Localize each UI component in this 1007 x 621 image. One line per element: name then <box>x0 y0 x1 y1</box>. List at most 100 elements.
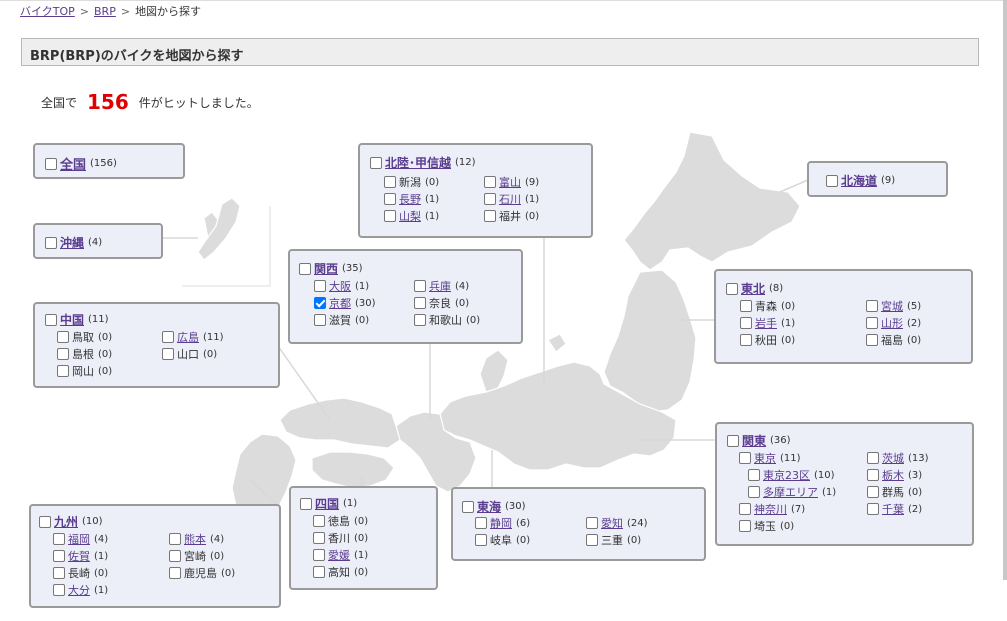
prefecture-link[interactable]: 山形 <box>881 315 903 331</box>
checkbox[interactable] <box>53 567 65 579</box>
prefecture-label: 岡山 <box>72 365 94 378</box>
prefecture-link[interactable]: 岩手 <box>755 315 777 331</box>
checkbox[interactable] <box>740 317 752 329</box>
prefecture-count: (0) <box>627 534 642 546</box>
region-link-hokkaido[interactable]: 北海道 <box>841 172 877 189</box>
checkbox[interactable] <box>169 550 181 562</box>
prefecture-count: (0) <box>221 567 236 579</box>
prefecture-link[interactable]: 山梨 <box>399 208 421 224</box>
checkbox[interactable] <box>45 157 57 170</box>
checkbox[interactable] <box>586 534 598 546</box>
region-header-all: 全国 (156) <box>45 154 117 173</box>
checkbox[interactable] <box>57 348 69 360</box>
prefecture-link[interactable]: 大分 <box>68 582 90 598</box>
region-link-tokai[interactable]: 東海 <box>477 498 501 515</box>
prefecture-link[interactable]: 千葉 <box>882 501 904 517</box>
checkbox[interactable] <box>53 584 65 596</box>
checkbox[interactable] <box>57 331 69 343</box>
checkbox[interactable] <box>748 469 760 481</box>
checkbox[interactable] <box>867 486 879 498</box>
region-link-okinawa[interactable]: 沖縄 <box>60 234 84 251</box>
prefecture-link[interactable]: 佐賀 <box>68 548 90 564</box>
prefecture-count: (1) <box>781 317 796 329</box>
prefecture-link[interactable]: 静岡 <box>490 515 512 531</box>
checkbox[interactable] <box>748 486 760 498</box>
checkbox[interactable] <box>314 314 326 326</box>
checkbox[interactable] <box>313 566 325 578</box>
prefecture-link[interactable]: 多摩エリア <box>763 484 818 500</box>
checkbox[interactable] <box>162 348 174 360</box>
checkbox[interactable] <box>826 174 838 187</box>
checkbox[interactable] <box>39 515 51 528</box>
region-link-kansai[interactable]: 関西 <box>314 260 338 277</box>
checkbox[interactable] <box>866 300 878 312</box>
prefecture-link[interactable]: 東京 <box>754 450 776 466</box>
prefecture-link[interactable]: 愛媛 <box>328 547 350 563</box>
checkbox[interactable] <box>384 210 396 222</box>
prefecture-link[interactable]: 神奈川 <box>754 501 787 517</box>
checkbox[interactable] <box>414 280 426 292</box>
checkbox[interactable] <box>314 280 326 292</box>
prefecture-link[interactable]: 大阪 <box>329 278 351 294</box>
checkbox[interactable] <box>57 365 69 377</box>
prefecture-item: 奈良 (0) <box>414 295 469 311</box>
checkbox[interactable] <box>384 193 396 205</box>
region-link-hokuriku[interactable]: 北陸･甲信越 <box>385 154 451 171</box>
region-link-kyushu[interactable]: 九州 <box>54 513 78 530</box>
checkbox[interactable] <box>299 262 311 275</box>
prefecture-link[interactable]: 栃木 <box>882 467 904 483</box>
checkbox[interactable] <box>866 317 878 329</box>
prefecture-link[interactable]: 兵庫 <box>429 278 451 294</box>
checkbox[interactable] <box>45 313 57 326</box>
region-link-chugoku[interactable]: 中国 <box>60 311 84 328</box>
prefecture-link[interactable]: 愛知 <box>601 515 623 531</box>
checkbox[interactable] <box>162 331 174 343</box>
checkbox[interactable] <box>169 567 181 579</box>
checkbox[interactable] <box>370 156 382 169</box>
checkbox[interactable] <box>866 334 878 346</box>
checkbox[interactable] <box>740 334 752 346</box>
checkbox[interactable] <box>475 517 487 529</box>
checkbox[interactable] <box>53 533 65 545</box>
checkbox[interactable] <box>53 550 65 562</box>
region-link-all[interactable]: 全国 <box>60 154 86 173</box>
prefecture-link[interactable]: 京都 <box>329 295 351 311</box>
checkbox[interactable] <box>313 515 325 527</box>
checkbox[interactable] <box>867 452 879 464</box>
prefecture-link[interactable]: 石川 <box>499 191 521 207</box>
prefecture-link[interactable]: 長野 <box>399 191 421 207</box>
region-link-shikoku[interactable]: 四国 <box>315 495 339 512</box>
prefecture-link[interactable]: 宮城 <box>881 298 903 314</box>
checkbox[interactable] <box>726 282 738 295</box>
prefecture-link[interactable]: 富山 <box>499 174 521 190</box>
prefecture-link[interactable]: 福岡 <box>68 531 90 547</box>
checkbox[interactable] <box>727 434 739 447</box>
region-link-kanto[interactable]: 関東 <box>742 432 766 449</box>
checkbox[interactable] <box>300 497 312 510</box>
checkbox[interactable] <box>313 532 325 544</box>
checkbox[interactable] <box>414 297 426 309</box>
checkbox[interactable] <box>169 533 181 545</box>
checkbox[interactable] <box>484 176 496 188</box>
checkbox[interactable] <box>739 503 751 515</box>
region-link-tohoku[interactable]: 東北 <box>741 280 765 297</box>
checkbox[interactable] <box>739 452 751 464</box>
checkbox[interactable] <box>867 503 879 515</box>
prefecture-link[interactable]: 茨城 <box>882 450 904 466</box>
checkbox[interactable] <box>484 193 496 205</box>
checkbox[interactable] <box>740 300 752 312</box>
checkbox[interactable] <box>314 297 326 309</box>
checkbox[interactable] <box>475 534 487 546</box>
checkbox[interactable] <box>462 500 474 513</box>
checkbox[interactable] <box>867 469 879 481</box>
checkbox[interactable] <box>586 517 598 529</box>
checkbox[interactable] <box>739 520 751 532</box>
checkbox[interactable] <box>484 210 496 222</box>
prefecture-link[interactable]: 熊本 <box>184 531 206 547</box>
prefecture-link[interactable]: 東京23区 <box>763 467 810 483</box>
checkbox[interactable] <box>45 236 57 249</box>
checkbox[interactable] <box>414 314 426 326</box>
checkbox[interactable] <box>384 176 396 188</box>
prefecture-link[interactable]: 広島 <box>177 329 199 345</box>
checkbox[interactable] <box>313 549 325 561</box>
